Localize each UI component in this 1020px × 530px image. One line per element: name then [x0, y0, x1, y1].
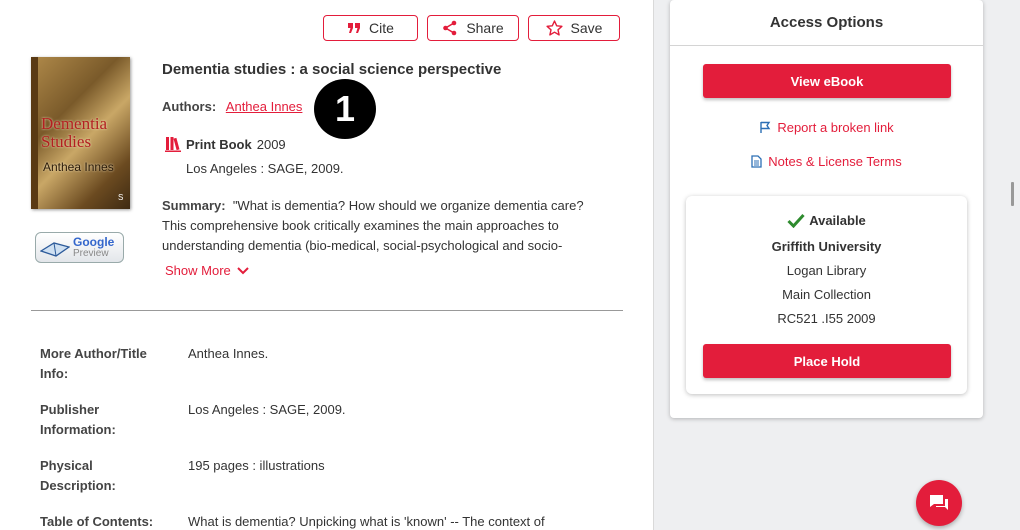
publication-info: Los Angeles : SAGE, 2009.	[186, 161, 344, 176]
save-button[interactable]: Save	[528, 15, 620, 41]
detail-row-publisher: Publisher Information: Los Angeles : SAGE…	[40, 400, 346, 440]
availability-card: Available Griffith University Logan Libr…	[686, 196, 967, 394]
detail-value: Los Angeles : SAGE, 2009.	[188, 402, 346, 417]
chevron-down-icon	[237, 266, 249, 274]
detail-value: Anthea Innes.	[188, 346, 269, 361]
cover-spine-stripe	[31, 57, 38, 209]
open-book-icon	[40, 241, 70, 257]
cite-label: Cite	[369, 20, 394, 36]
report-broken-link[interactable]: Report a broken link	[670, 120, 983, 135]
availability-status: Available	[686, 213, 967, 228]
detail-row-contents: Table of Contents: What is dementia? Unp…	[40, 512, 545, 530]
detail-row-physical: Physical Description: 195 pages : illustr…	[40, 456, 325, 496]
section-divider	[31, 310, 623, 311]
summary-line-1: "What is dementia? How should we organiz…	[232, 198, 584, 213]
summary-line-3: understanding dementia (bio-medical, soc…	[162, 238, 563, 253]
record-main-panel: Cite Share Save Dementia Studies Anthea …	[0, 0, 654, 530]
show-more-label: Show More	[165, 263, 231, 278]
notes-license-link[interactable]: Notes & License Terms	[670, 154, 983, 169]
share-label: Share	[466, 20, 504, 36]
view-ebook-label: View eBook	[790, 73, 864, 89]
share-button[interactable]: Share	[427, 15, 519, 41]
show-more-button[interactable]: Show More	[165, 263, 249, 278]
flag-icon	[760, 121, 771, 133]
availability-collection: Main Collection	[782, 287, 871, 302]
google-preview-label: Google Preview	[73, 234, 115, 259]
checkmark-icon	[787, 213, 805, 228]
books-icon	[165, 137, 181, 152]
chat-icon	[930, 495, 948, 510]
detail-label: More Author/Title Info:	[40, 346, 147, 381]
annotation-badge: 1	[314, 79, 376, 139]
view-ebook-button[interactable]: View eBook	[703, 64, 951, 98]
authors-label: Authors:	[162, 99, 217, 114]
availability-library: Logan Library	[786, 263, 867, 278]
cover-title: Dementia Studies	[41, 114, 108, 151]
share-icon	[442, 20, 458, 36]
detail-row-more-author: More Author/Title Info: Anthea Innes.	[40, 344, 268, 384]
availability-call-number: RC521 .I55 2009	[777, 311, 876, 326]
access-options-title: Access Options	[670, 0, 983, 46]
cover-author: Anthea Innes	[43, 160, 114, 174]
quote-icon	[347, 22, 361, 34]
record-title: Dementia studies : a social science pers…	[162, 61, 502, 78]
detail-value: 195 pages : illustrations	[188, 458, 325, 473]
google-preview-button[interactable]: Google Preview	[35, 232, 124, 263]
detail-label: Physical Description:	[40, 458, 116, 493]
detail-label: Table of Contents:	[40, 514, 154, 529]
detail-value: What is dementia? Unpicking what is 'kno…	[188, 514, 545, 529]
summary-line-2: This comprehensive book critically exami…	[162, 218, 559, 233]
document-icon	[751, 155, 762, 168]
availability-institution: Griffith University	[771, 239, 882, 254]
record-toolbar: Cite Share Save	[323, 15, 620, 41]
chat-button[interactable]	[916, 480, 962, 526]
place-hold-button[interactable]: Place Hold	[703, 344, 951, 378]
cover-publisher-mark: S	[118, 193, 124, 202]
detail-label: Publisher Information:	[40, 402, 116, 437]
authors-line: Authors: Anthea Innes	[162, 99, 302, 114]
scrollbar-handle[interactable]	[1011, 182, 1014, 206]
format-year: 2009	[256, 136, 286, 152]
cite-button[interactable]: Cite	[323, 15, 418, 41]
summary-block: Summary: "What is dementia? How should w…	[162, 196, 607, 256]
save-label: Save	[570, 20, 603, 36]
summary-label: Summary:	[162, 198, 226, 213]
place-hold-label: Place Hold	[793, 353, 861, 369]
format-line: Print Book 2009	[165, 136, 286, 152]
format-label: Print Book	[186, 136, 252, 152]
book-cover-image[interactable]: Dementia Studies Anthea Innes S	[31, 57, 130, 209]
star-icon	[545, 20, 563, 36]
author-link[interactable]: Anthea Innes	[226, 99, 303, 114]
